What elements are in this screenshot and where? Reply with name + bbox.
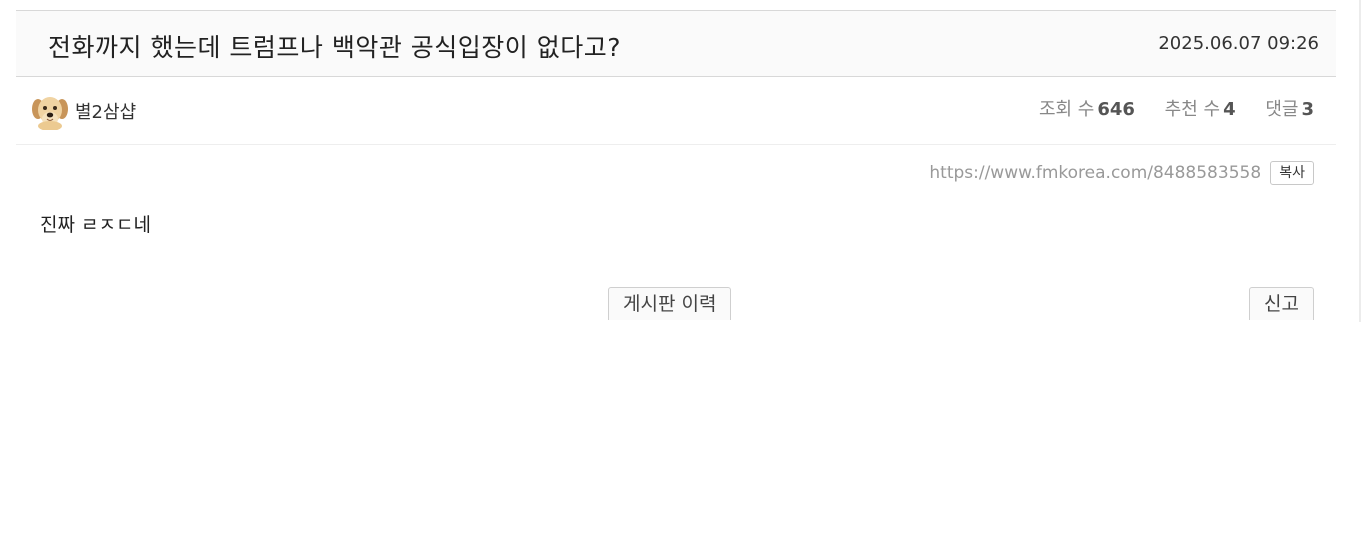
post-stats: 조회 수 646 추천 수4 댓글 3 <box>1015 95 1314 121</box>
post-url[interactable]: https://www.fmkorea.com/8488583558 <box>929 163 1261 183</box>
post-url-row: https://www.fmkorea.com/8488583558 복사 <box>929 161 1314 189</box>
recommend-stat: 추천 수4 <box>1165 99 1236 120</box>
report-button[interactable]: 신고 <box>1249 287 1314 320</box>
views-label: 조회 수 <box>1038 99 1095 120</box>
scrollbar-divider <box>1359 0 1361 322</box>
board-history-button[interactable]: 게시판 이력 <box>608 287 732 320</box>
post-page: 전화까지 했는데 트럼프나 백악관 공식입장이 없다고? 2025.06.07 … <box>0 0 1370 540</box>
puppy-avatar-icon[interactable] <box>31 92 69 130</box>
post-meta: 별2삼샵 조회 수 646 추천 수4 댓글 3 <box>16 77 1336 145</box>
copy-url-button[interactable]: 복사 <box>1270 161 1314 185</box>
recommend-count: 4 <box>1223 99 1236 120</box>
comments-label: 댓글 <box>1265 99 1299 120</box>
comments-stat[interactable]: 댓글 3 <box>1265 99 1314 120</box>
views-stat: 조회 수 646 <box>1039 99 1135 120</box>
author-name[interactable]: 별2삼샵 <box>75 98 136 124</box>
post-header: 전화까지 했는데 트럼프나 백악관 공식입장이 없다고? 2025.06.07 … <box>16 10 1336 77</box>
post-body: 진짜 ㄹㅈㄷ네 <box>40 214 151 236</box>
recommend-label: 추천 수 <box>1164 99 1221 120</box>
comments-count: 3 <box>1301 99 1314 120</box>
views-count: 646 <box>1097 99 1135 120</box>
post-date: 2025.06.07 09:26 <box>1158 33 1319 54</box>
post-title: 전화까지 했는데 트럼프나 백악관 공식입장이 없다고? <box>48 33 622 62</box>
